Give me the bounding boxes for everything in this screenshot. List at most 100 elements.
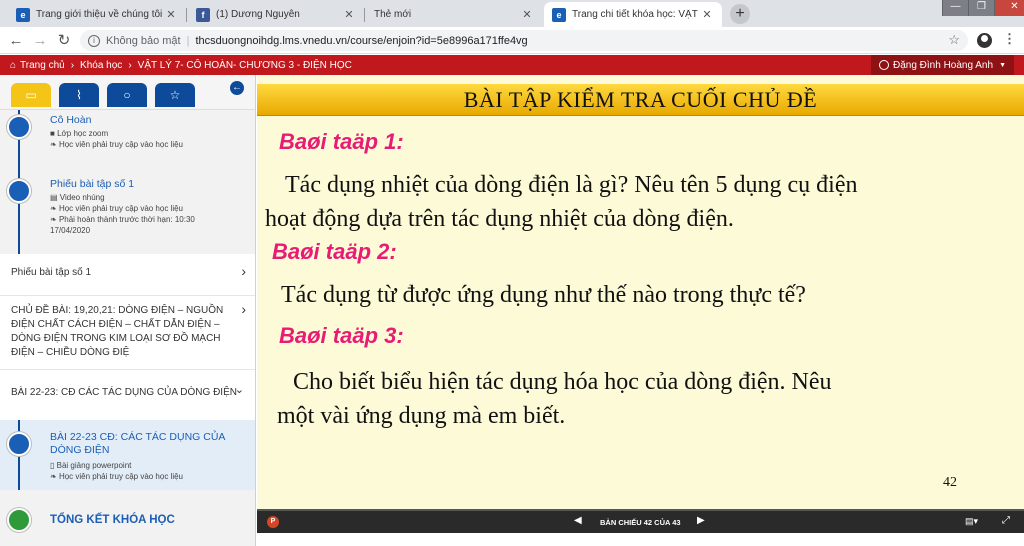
edge-icon: e	[16, 7, 30, 22]
next-slide-icon[interactable]: ▶	[697, 515, 705, 526]
list-item[interactable]: Cô Hoàn ■ Lớp học zoom ❧ Học viên phải t…	[0, 110, 255, 164]
omnibox[interactable]: i Không bảo mật | thcsduongnoihdg.lms.vn…	[80, 30, 968, 51]
tab-chat[interactable]: ○	[107, 83, 147, 107]
meta-requirement: Học viên phải truy cập vào học liệu	[58, 140, 184, 149]
browser-tab-3[interactable]: Thẻ mới ✕	[366, 2, 542, 27]
section-header[interactable]: CHỦ ĐỀ BÀI: 19,20,21: DÒNG ĐIỆN – NGUỒN …	[0, 296, 255, 370]
address-bar-row: ← → ↻ i Không bảo mật | thcsduongnoihdg.…	[0, 27, 1024, 54]
section-title[interactable]: CHỦ ĐỀ BÀI: 19,20,21: DÒNG ĐIỆN – NGUỒN …	[11, 305, 223, 358]
security-label[interactable]: Không bảo mật	[106, 35, 181, 47]
player-footer	[257, 533, 1024, 546]
slide-body: Baøi taäp 1: Tác dụng nhiệt của dòng điệ…	[257, 117, 1024, 510]
slide-controls: P ◀ BẢN CHIẾU 42 CỦA 43 ▶ ▤▾ ⤢	[257, 509, 1024, 533]
section-title[interactable]: Phiếu bài tập số 1	[11, 267, 91, 278]
browser-tab-4-active[interactable]: e Trang chi tiết khóa học: VẬT LÝ 7 ✕	[544, 2, 722, 27]
meta-requirement: Học viên phải truy cập vào học liệu	[58, 472, 184, 481]
status-dot	[7, 432, 31, 456]
chat-icon: ○	[123, 88, 131, 102]
video-icon: ■	[50, 129, 55, 138]
breadcrumb-courses[interactable]: Khóa học	[80, 60, 122, 71]
account-avatar-icon[interactable]	[977, 33, 992, 48]
meta-date: 17/04/2020	[50, 226, 91, 235]
list-item[interactable]: TỔNG KẾT KHÓA HỌC	[0, 490, 255, 546]
tab-favorites[interactable]: ☆	[155, 83, 195, 107]
browser-tab-1[interactable]: e Trang giới thiệu về chúng tôi ✕	[8, 2, 186, 27]
exercise-text: một vài ứng dụng mà em biết.	[277, 403, 566, 429]
bookmark-star-icon[interactable]: ☆	[948, 32, 960, 48]
previous-slide-icon[interactable]: ◀	[574, 515, 582, 526]
slide-viewer: BÀI TẬP KIỂM TRA CUỐI CHỦ ĐỀ Baøi taäp 1…	[257, 75, 1024, 546]
status-dot	[7, 115, 31, 139]
caret-down-icon: ▼	[999, 61, 1006, 69]
breadcrumb-home[interactable]: Trang chủ	[20, 60, 65, 71]
close-tab-icon[interactable]: ✕	[342, 8, 356, 21]
new-tab-button[interactable]: +	[730, 4, 750, 24]
tab-divider	[364, 8, 365, 22]
leaf-icon: ❧	[50, 140, 57, 149]
site-header: ⌂ Trang chủ › Khóa học › VẬT LÝ 7- CÔ HO…	[0, 55, 1024, 75]
lesson-title[interactable]: Phiếu bài tập số 1	[50, 178, 134, 190]
home-icon: ⌂	[10, 59, 17, 71]
breadcrumb-separator: ›	[70, 59, 75, 71]
meta-deadline: Phải hoàn thành trước thời hạn: 10:30	[58, 215, 195, 224]
breadcrumb-course[interactable]: VẬT LÝ 7- CÔ HOÀN- CHƯƠNG 3 - ĐIỆN HỌC	[138, 60, 352, 71]
minimize-icon[interactable]: —	[942, 0, 968, 16]
browser-tab-2[interactable]: f (1) Dương Nguyễn ✕	[188, 2, 364, 27]
lesson-title[interactable]: BÀI 22-23 CĐ: CÁC TÁC DỤNG CỦA DÒNG ĐIỆN	[50, 431, 225, 457]
slide-banner: BÀI TẬP KIỂM TRA CUỐI CHỦ ĐỀ	[257, 84, 1024, 116]
exercise-heading: Baøi taäp 1:	[279, 129, 404, 154]
browser-tab-strip: e Trang giới thiệu về chúng tôi ✕ f (1) …	[0, 0, 1024, 27]
status-dot	[7, 179, 31, 203]
collapse-sidebar-icon[interactable]: ←	[230, 81, 244, 95]
exercise-text: Tác dụng từ được ứng dụng như thế nào tr…	[281, 282, 806, 308]
window-controls: — ❐ ✕	[942, 0, 1024, 16]
lesson-title[interactable]: TỔNG KẾT KHÓA HỌC	[50, 514, 175, 526]
course-sidebar: ▭ ⌇ ○ ☆ ← Cô Hoàn ■ Lớp học zoom ❧ Học v…	[0, 75, 256, 546]
edge-icon: e	[552, 7, 566, 22]
timeline-line	[18, 164, 20, 254]
menu-kebab-icon[interactable]: ⋮	[1003, 31, 1016, 47]
lesson-title[interactable]: Cô Hoàn	[50, 114, 91, 126]
tab-title: Thẻ mới	[374, 9, 412, 20]
notes-view-icon[interactable]: ▤▾	[965, 516, 978, 527]
forward-arrow-icon[interactable]: →	[30, 31, 50, 51]
user-menu[interactable]: Đặng Đình Hoàng Anh ▼	[870, 55, 1014, 75]
back-arrow-icon[interactable]: ←	[6, 31, 26, 51]
url-text[interactable]: thcsduongnoihdg.lms.vnedu.vn/course/enjo…	[195, 35, 527, 47]
reload-icon[interactable]: ↻	[54, 31, 74, 51]
tab-lessons[interactable]: ▭	[11, 83, 51, 107]
exercise-text: hoạt động dựa trên tác dụng nhiệt của dò…	[265, 206, 734, 232]
window-close-icon[interactable]: ✕	[994, 0, 1024, 16]
exercise-heading: Baøi taäp 2:	[272, 239, 397, 264]
lesson-meta: ▯ Bài giảng powerpoint ❧ Học viên phải t…	[50, 460, 183, 482]
close-tab-icon[interactable]: ✕	[700, 8, 714, 21]
meta-type: Bài giảng powerpoint	[56, 461, 132, 470]
fullscreen-icon[interactable]: ⤢	[1002, 515, 1010, 526]
close-tab-icon[interactable]: ✕	[164, 8, 178, 21]
list-item-active[interactable]: BÀI 22-23 CĐ: CÁC TÁC DỤNG CỦA DÒNG ĐIỆN…	[0, 420, 255, 490]
book-icon: ▭	[25, 88, 37, 102]
tab-title: Trang chi tiết khóa học: VẬT LÝ 7	[572, 9, 700, 20]
meta-type: Video nhúng	[59, 193, 105, 202]
chevron-right-icon[interactable]: ›	[241, 264, 246, 278]
close-tab-icon[interactable]: ✕	[520, 8, 534, 21]
restore-icon[interactable]: ❐	[968, 0, 994, 16]
tab-divider	[186, 8, 187, 22]
section-header[interactable]: Phiếu bài tập số 1 ›	[0, 254, 255, 296]
tab-attachments[interactable]: ⌇	[59, 83, 99, 107]
chevron-right-icon[interactable]: ›	[241, 302, 246, 316]
document-icon: ▯	[50, 461, 55, 470]
exercise-text: Tác dụng nhiệt của dòng điện là gì? Nêu …	[285, 172, 858, 198]
list-item[interactable]: Phiếu bài tập số 1 ▤ Video nhúng ❧ Học v…	[0, 164, 255, 254]
sidebar-tabs: ▭ ⌇ ○ ☆ ←	[0, 75, 255, 110]
slide-status: BẢN CHIẾU 42 CỦA 43	[600, 518, 681, 527]
chevron-down-icon[interactable]: ⌄	[235, 383, 244, 397]
meta-requirement: Học viên phải truy cập vào học liệu	[58, 204, 184, 213]
user-name[interactable]: Đặng Đình Hoàng Anh	[893, 60, 993, 71]
info-icon[interactable]: i	[88, 34, 100, 47]
leaf-icon: ❧	[50, 204, 57, 213]
section-title[interactable]: BÀI 22-23: CĐ CÁC TÁC DỤNG CỦA DÒNG ĐIỆN	[11, 387, 237, 398]
powerpoint-icon[interactable]: P	[267, 516, 279, 528]
tab-title: Trang giới thiệu về chúng tôi	[36, 9, 163, 20]
section-header[interactable]: BÀI 22-23: CĐ CÁC TÁC DỤNG CỦA DÒNG ĐIỆN…	[0, 370, 255, 420]
